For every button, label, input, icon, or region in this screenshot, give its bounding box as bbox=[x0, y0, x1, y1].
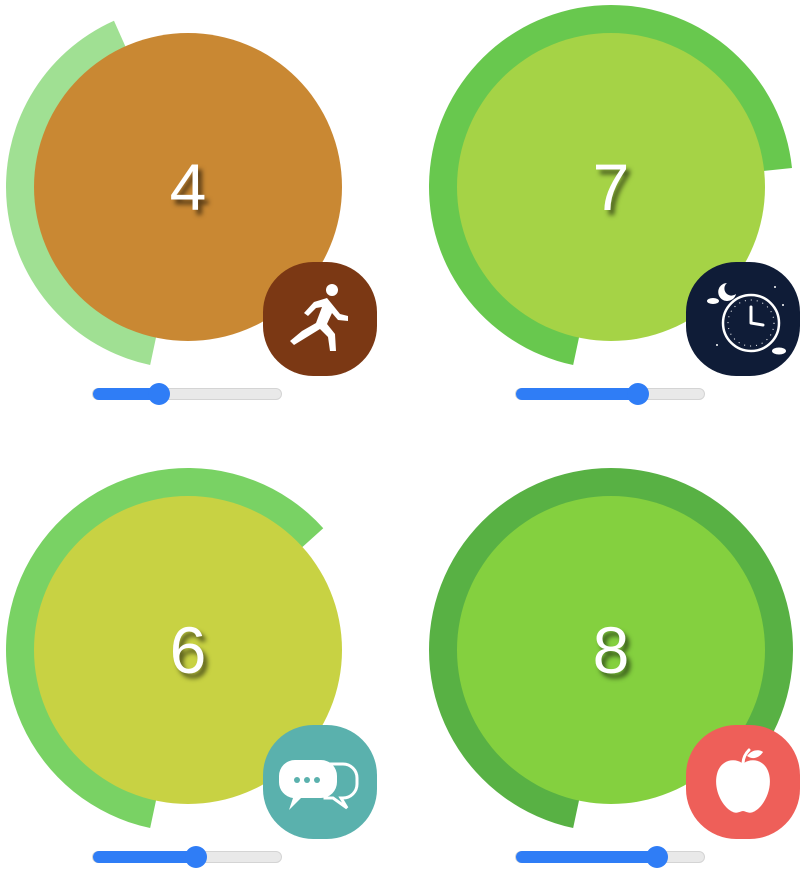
sleep-slider[interactable] bbox=[515, 383, 705, 405]
gauge-value: 4 bbox=[169, 150, 207, 224]
gauge-value: 7 bbox=[592, 150, 630, 224]
nutrition-badge[interactable] bbox=[686, 725, 800, 839]
chat-bubbles-icon bbox=[278, 760, 359, 810]
gauge-nutrition: 8 bbox=[423, 463, 801, 895]
gauge-sleep: 7 bbox=[423, 0, 801, 432]
activity-slider[interactable] bbox=[92, 383, 282, 405]
apple-icon bbox=[716, 748, 770, 813]
social-badge[interactable] bbox=[263, 725, 377, 839]
gauge-social: 6 bbox=[0, 463, 400, 895]
slider-fill bbox=[93, 851, 197, 863]
gauge-value: 8 bbox=[592, 613, 630, 687]
slider-fill bbox=[516, 388, 639, 400]
slider-fill bbox=[516, 851, 657, 863]
runner-icon bbox=[290, 284, 348, 351]
social-slider[interactable] bbox=[92, 846, 282, 868]
gauge-value: 6 bbox=[169, 613, 207, 687]
slider-thumb[interactable] bbox=[147, 383, 170, 405]
nutrition-slider[interactable] bbox=[515, 846, 705, 868]
sleep-badge[interactable] bbox=[686, 262, 800, 376]
night-clock-icon bbox=[707, 283, 786, 355]
slider-thumb[interactable] bbox=[627, 383, 650, 405]
activity-badge[interactable] bbox=[263, 262, 377, 376]
gauge-activity: 4 bbox=[0, 0, 400, 432]
